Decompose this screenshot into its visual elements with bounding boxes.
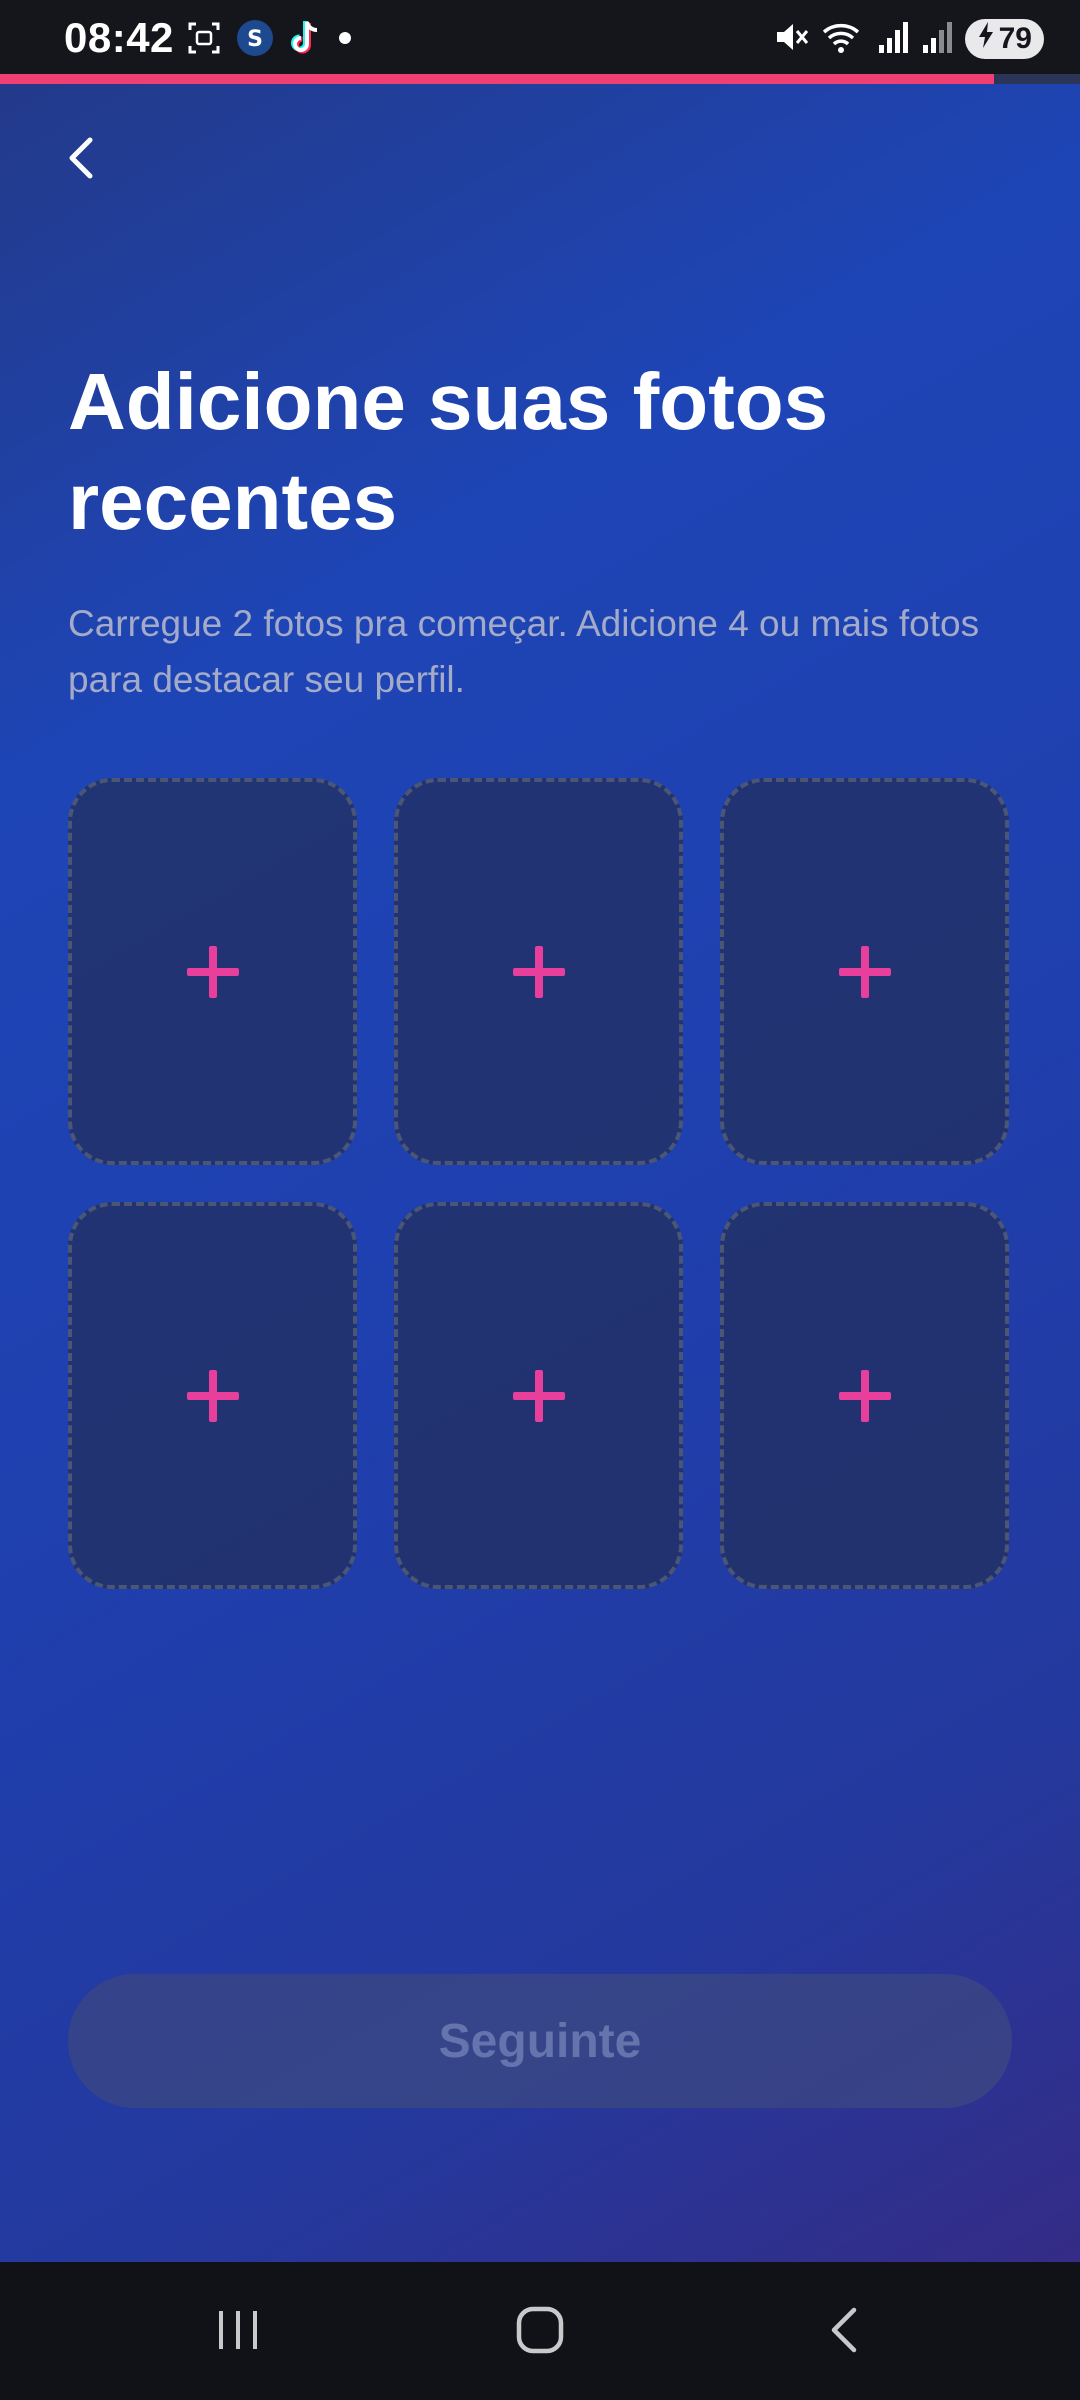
photo-slot[interactable] [720,1202,1009,1589]
nav-back-button[interactable] [804,2292,884,2372]
mute-icon [773,19,809,60]
next-button[interactable]: Seguinte [68,1974,1012,2108]
signal-icon [877,19,909,60]
wifi-5g-icon [821,19,865,60]
status-bar: 08:42 S 79 [0,0,1080,74]
page-subtitle: Carregue 2 fotos pra começar. Adicione 4… [68,603,980,700]
recent-apps-button[interactable] [198,2292,278,2372]
chevron-left-icon [62,134,102,187]
charging-icon [977,21,995,57]
notification-dot-icon [338,31,352,50]
photo-grid [68,778,1009,1589]
page-title: Adicione suas fotos recentes [68,357,829,546]
tiktok-icon [288,19,324,62]
app-s-icon: S [236,19,274,62]
home-button[interactable] [500,2292,580,2372]
plus-icon [837,944,893,1000]
plus-icon [511,944,567,1000]
photo-slot[interactable] [68,778,357,1165]
photo-slot[interactable] [394,1202,683,1589]
photo-slot[interactable] [394,778,683,1165]
svg-text:S: S [247,27,263,52]
progress-fill [0,74,994,84]
status-time: 08:42 [64,14,174,61]
onboarding-progress-bar [0,74,1080,84]
status-icons-right: 79 [773,18,1044,60]
recent-apps-icon [213,2307,263,2358]
screenshot-icon [186,20,222,61]
status-icons-left: S [186,19,352,62]
photo-slot[interactable] [720,778,1009,1165]
photo-slot[interactable] [68,1202,357,1589]
plus-icon [837,1368,893,1424]
back-button[interactable] [50,128,114,192]
battery-level: 79 [998,22,1032,55]
signal-icon [921,19,953,60]
home-icon [514,2304,566,2361]
navigation-bar [0,2262,1080,2400]
main-content: Adicione suas fotos recentes Carregue 2 … [0,84,1080,2262]
plus-icon [185,944,241,1000]
back-icon [822,2304,866,2361]
plus-icon [511,1368,567,1424]
battery-indicator: 79 [964,19,1044,59]
plus-icon [185,1368,241,1424]
